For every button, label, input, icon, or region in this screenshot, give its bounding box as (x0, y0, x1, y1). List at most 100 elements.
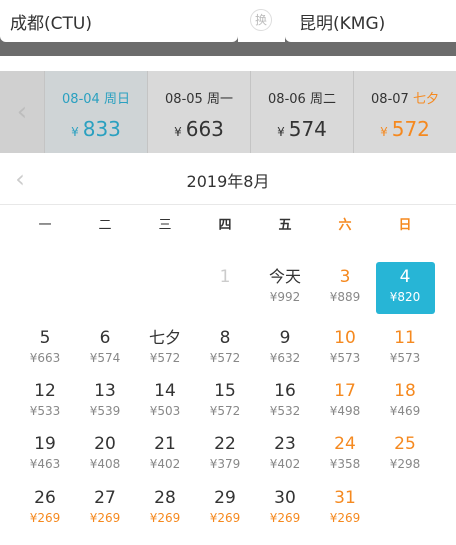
calendar-day-price: ¥498 (329, 404, 361, 418)
calendar-day-number: 27 (94, 488, 116, 508)
calendar-day-price: ¥889 (329, 290, 361, 304)
date-price-strip: ‹ 08-04 周日 ¥833 08-05 周一 ¥663 08-06 周二 ¥… (0, 71, 456, 153)
calendar-day[interactable]: 4 ¥820 (375, 262, 435, 314)
calendar-day-price: ¥572 (149, 351, 181, 365)
weekday-sun: 日 (398, 218, 412, 233)
calendar-day-number: 11 (394, 328, 416, 348)
calendar-day[interactable]: 22 ¥379 (195, 429, 255, 479)
calendar-day-number: 17 (334, 381, 356, 401)
calendar-day-price: ¥269 (89, 511, 121, 525)
calendar-day[interactable]: 31 ¥269 (315, 483, 375, 533)
strip-price: ¥663 (174, 117, 224, 141)
chevron-left-icon[interactable]: ‹ (0, 71, 44, 153)
calendar-day[interactable]: 11 ¥573 (375, 323, 435, 373)
calendar-day-number: 14 (154, 381, 176, 401)
calendar-day[interactable]: 8 ¥572 (195, 323, 255, 373)
weekday-wed: 三 (158, 218, 172, 233)
calendar-day[interactable]: 七夕 ¥572 (135, 323, 195, 373)
calendar-day-number: 4 (399, 267, 411, 287)
calendar-day-price: ¥663 (29, 351, 61, 365)
calendar-day[interactable]: 10 ¥573 (315, 323, 375, 373)
calendar-day-number: 20 (94, 434, 116, 454)
calendar-day-price: ¥469 (389, 404, 421, 418)
calendar-day-number: 16 (274, 381, 296, 401)
calendar-day-price: ¥992 (269, 290, 301, 304)
calendar-day-number: 10 (334, 328, 356, 348)
calendar-day-price: ¥402 (149, 457, 181, 471)
calendar-day[interactable]: 16 ¥532 (255, 376, 315, 426)
calendar-day[interactable]: 30 ¥269 (255, 483, 315, 533)
calendar-day-price: ¥269 (209, 511, 241, 525)
calendar-day-number: 29 (214, 488, 236, 508)
calendar-day[interactable]: 6 ¥574 (75, 323, 135, 373)
calendar-day-number: 15 (214, 381, 236, 401)
calendar-day-number: 28 (154, 488, 176, 508)
calendar-day-price: ¥532 (269, 404, 301, 418)
route-header: 成都(CTU) 换 昆明(KMG) (0, 0, 456, 56)
calendar-day-price: ¥503 (149, 404, 181, 418)
calendar-day[interactable]: 5 ¥663 (15, 323, 75, 373)
calendar-day[interactable]: 15 ¥572 (195, 376, 255, 426)
calendar-day-number: 13 (94, 381, 116, 401)
departure-city-label: 成都(CTU) (10, 13, 92, 34)
calendar-day-number: 23 (274, 434, 296, 454)
weekday-mon: 一 (38, 218, 52, 233)
calendar-day-number: 22 (214, 434, 236, 454)
calendar-day-price: ¥574 (89, 351, 121, 365)
calendar-day-price: ¥379 (209, 457, 241, 471)
calendar-day[interactable]: 3 ¥889 (315, 262, 375, 312)
calendar-day-price: ¥408 (89, 457, 121, 471)
calendar-day-number: 31 (334, 488, 356, 508)
calendar-day[interactable]: 27 ¥269 (75, 483, 135, 533)
strip-date-label: 08-05 周一 (165, 92, 233, 107)
strip-date-0806[interactable]: 08-06 周二 ¥574 (250, 71, 353, 153)
calendar-day[interactable]: 今天 ¥992 (255, 262, 315, 312)
strip-price: ¥574 (277, 117, 327, 141)
calendar-day[interactable]: 17 ¥498 (315, 376, 375, 426)
weekday-sat: 六 (338, 218, 352, 233)
calendar-day[interactable]: 25 ¥298 (375, 429, 435, 479)
calendar-day-number: 9 (279, 328, 291, 348)
calendar-day-price: ¥358 (329, 457, 361, 471)
strip-price: ¥572 (380, 117, 430, 141)
weekday-row: 一 二 三 四 五 六 日 (0, 214, 456, 238)
calendar-day-number: 6 (99, 328, 111, 348)
calendar-day[interactable]: 19 ¥463 (15, 429, 75, 479)
calendar-day[interactable]: 14 ¥503 (135, 376, 195, 426)
calendar-day[interactable]: 28 ¥269 (135, 483, 195, 533)
calendar-day-number: 25 (394, 434, 416, 454)
calendar-day[interactable]: 29 ¥269 (195, 483, 255, 533)
calendar-day-number: 12 (34, 381, 56, 401)
calendar-day-price: ¥632 (269, 351, 301, 365)
swap-button[interactable]: 换 (238, 0, 285, 42)
calendar-day[interactable]: 18 ¥469 (375, 376, 435, 426)
calendar-day-number: 21 (154, 434, 176, 454)
weekday-tue: 二 (98, 218, 112, 233)
calendar-day[interactable]: 13 ¥539 (75, 376, 135, 426)
calendar-day[interactable]: 26 ¥269 (15, 483, 75, 533)
calendar-day-number: 18 (394, 381, 416, 401)
strip-date-0807[interactable]: 08-07 七夕 ¥572 (353, 71, 456, 153)
arrival-city-label: 昆明(KMG) (299, 13, 386, 34)
calendar-day-number: 今天 (268, 267, 301, 286)
calendar-header: ‹ 2019年8月 (0, 153, 456, 205)
arrival-city[interactable]: 昆明(KMG) (285, 0, 456, 42)
calendar-day-price: ¥573 (389, 351, 421, 365)
calendar-day[interactable]: 21 ¥402 (135, 429, 195, 479)
calendar-day[interactable]: 12 ¥533 (15, 376, 75, 426)
strip-date-label: 08-04 周日 (62, 92, 130, 107)
weekday-fri: 五 (278, 218, 292, 233)
calendar-day-price: ¥572 (209, 404, 241, 418)
departure-city[interactable]: 成都(CTU) (0, 0, 238, 42)
calendar-day[interactable]: 20 ¥408 (75, 429, 135, 479)
swap-icon: 换 (250, 9, 272, 31)
calendar-day[interactable]: 23 ¥402 (255, 429, 315, 479)
calendar-day[interactable]: 24 ¥358 (315, 429, 375, 479)
strip-date-0804[interactable]: 08-04 周日 ¥833 (44, 71, 147, 153)
calendar-day-number: 26 (34, 488, 56, 508)
calendar-day-number: 30 (274, 488, 296, 508)
calendar-day-price: ¥573 (329, 351, 361, 365)
strip-price: ¥833 (71, 117, 121, 141)
calendar-day[interactable]: 9 ¥632 (255, 323, 315, 373)
strip-date-0805[interactable]: 08-05 周一 ¥663 (147, 71, 250, 153)
